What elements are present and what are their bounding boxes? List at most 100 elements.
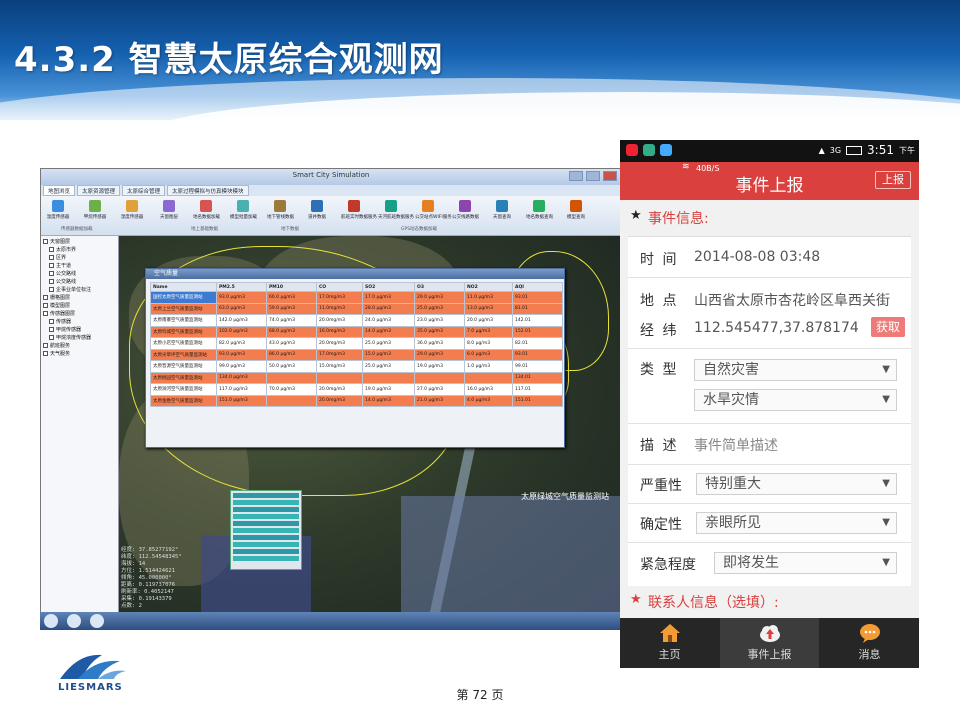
table-header-cell[interactable]: AQI [512, 282, 563, 292]
layer-tree-item[interactable]: 航班服务 [43, 342, 116, 350]
layer-checkbox[interactable] [49, 319, 54, 324]
table-row[interactable]: 太原坞城空气质量监测站 102.0 μg/m3 68.0 μg/m3 16.0mg/m… [150, 325, 563, 338]
ribbon-button[interactable]: 天窗查询 [489, 200, 515, 220]
minimize-button[interactable] [569, 171, 583, 181]
table-row[interactable]: 太原上兰空气质量监测站 63.0 μg/m3 59.0 μg/m3 11.0mg/m3… [150, 302, 563, 315]
layer-checkbox[interactable] [43, 311, 48, 316]
table-header-cell[interactable]: PM10 [266, 282, 317, 292]
event-form: 时 间 2014-08-08 03:48 地 点 山西省太原市杏花岭区阜西关街 … [628, 236, 911, 602]
get-location-button[interactable]: 获取 [871, 317, 905, 337]
ribbon-button[interactable]: 温度传感器 [45, 200, 71, 220]
table-cell: 142.01 [512, 314, 563, 327]
ribbon-button[interactable]: 地下管线数据 [267, 200, 294, 220]
layer-tree-item[interactable]: 甲烷传感器 [43, 326, 116, 334]
table-header-cell[interactable]: CO [316, 282, 363, 292]
table-header-cell[interactable]: O3 [414, 282, 465, 292]
table-row[interactable]: 太原南寨空气质量监测站 142.0 μg/m3 74.0 μg/m3 20.0mg/m… [150, 314, 563, 327]
table-row[interactable]: 太原尖草坪空气质量监测站 93.0 μg/m3 86.0 μg/m3 17.0mg/m… [150, 348, 563, 361]
layer-checkbox[interactable] [49, 279, 54, 284]
layer-tree-item[interactable]: 模型图层 [43, 302, 116, 310]
taskbar-app-icon[interactable] [67, 614, 82, 628]
close-button[interactable] [603, 171, 617, 181]
table-row[interactable]: 太原小店空气质量监测站 82.0 μg/m3 43.0 μg/m3 20.0mg/m3… [150, 337, 563, 350]
layer-checkbox[interactable] [43, 343, 48, 348]
layer-tree-item[interactable]: 太原市界 [43, 246, 116, 254]
type-select[interactable]: 自然灾害 ▼ [694, 359, 897, 381]
station-list-popup[interactable] [230, 490, 302, 570]
time-value[interactable]: 2014-08-08 03:48 [694, 249, 820, 265]
layer-tree-label: 公交路线 [56, 279, 77, 285]
taskbar-app-icon[interactable] [90, 614, 105, 628]
chevron-down-icon: ▼ [882, 364, 890, 375]
ribbon-group-label: 传感器数据加载 [61, 227, 93, 232]
ribbon-button[interactable]: 公交站点WIFI服务 [415, 200, 452, 220]
tab-messages[interactable]: 消息 [820, 618, 919, 668]
layer-checkbox[interactable] [43, 303, 48, 308]
table-header-cell[interactable]: SO2 [362, 282, 415, 292]
table-row[interactable]: 太原晋源空气质量监测站 99.0 μg/m3 50.0 μg/m3 15.0mg/m3… [150, 360, 563, 373]
tab-resource[interactable]: 太原资源管理 [77, 185, 121, 196]
table-row[interactable]: 太原涧河空气质量监测站 117.0 μg/m3 70.0 μg/m3 20.0mg/m… [150, 383, 563, 396]
severity-select[interactable]: 特别重大 ▼ [696, 473, 897, 495]
layer-tree-item[interactable]: 传感器 [43, 318, 116, 326]
taskbar-app-icon[interactable] [44, 614, 58, 628]
air-quality-dialog[interactable]: 空气质量 Name PM2.5 PM10 CO SO2 O3 NO2 AQI 国控太原空气质量… [145, 268, 565, 448]
ribbon-button[interactable]: 天河航班数据服务 [378, 200, 414, 220]
table-header-cell[interactable]: PM2.5 [216, 282, 267, 292]
layer-checkbox[interactable] [43, 295, 48, 300]
ribbon-button[interactable]: 模型查询 [563, 200, 589, 220]
layer-tree-item[interactable]: 天窗图层 [43, 238, 116, 246]
table-cell: 25.0 μg/m3 [414, 302, 465, 315]
layer-checkbox[interactable] [49, 271, 54, 276]
ribbon-button[interactable]: 甲烷传感器 [82, 200, 108, 220]
layer-checkbox[interactable] [49, 335, 54, 340]
ribbon-button[interactable]: 天窗图层 [156, 200, 182, 220]
subtype-select[interactable]: 水旱灾情 ▼ [694, 389, 897, 411]
submit-report-button[interactable]: 上报 [875, 171, 911, 189]
layer-checkbox[interactable] [49, 263, 54, 268]
layer-checkbox[interactable] [49, 247, 54, 252]
table-row[interactable]: 国控太原空气质量监测站 93.0 μg/m3 66.0 μg/m3 17.0mg/m3… [150, 291, 563, 304]
table-header-cell[interactable]: Name [150, 282, 217, 292]
table-cell [464, 371, 513, 384]
layer-checkbox[interactable] [49, 255, 54, 260]
table-row[interactable]: 太原金胜空气质量监测站 151.0 μg/m3 20.0mg/m3 14.0 μg/m… [150, 394, 563, 407]
ribbon-button[interactable]: 湿度传感器 [119, 200, 145, 220]
ribbon-button[interactable]: 航班实时数据服务 [341, 200, 377, 220]
place-value[interactable]: 山西省太原市杏花岭区阜西关街 [694, 290, 900, 310]
ribbon-button[interactable]: 公交线路数据 [452, 200, 479, 220]
confirm-select[interactable]: 亲眼所见 ▼ [696, 512, 897, 534]
chevron-down-icon: ▼ [882, 517, 890, 528]
layer-tree-label: 模型图层 [50, 303, 71, 309]
layer-checkbox[interactable] [43, 351, 48, 356]
ribbon-button[interactable]: 模型批量加载 [230, 200, 257, 220]
layer-tree-item[interactable]: 天气服务 [43, 350, 116, 358]
ribbon-button[interactable]: 地名数据加载 [193, 200, 220, 220]
layer-tree-item[interactable]: 甲烷浓度传感器 [43, 334, 116, 342]
table-header-cell[interactable]: NO2 [464, 282, 513, 292]
tab-simulation[interactable]: 太原过程模拟与仿真模块模块 [167, 185, 249, 196]
table-row[interactable]: 太原桃园空气质量监测站 134.0 μg/m3 134.01 [150, 371, 563, 384]
maximize-button[interactable] [586, 171, 600, 181]
ribbon-button[interactable]: 道井数据 [304, 200, 330, 220]
tab-event-report[interactable]: 事件上报 [720, 618, 819, 668]
tab-map-browse[interactable]: 地图浏览 [43, 185, 76, 196]
layer-checkbox[interactable] [49, 287, 54, 292]
battery-icon [846, 145, 863, 155]
layer-tree-item[interactable]: 企事业单位标注 [43, 286, 116, 294]
desc-input[interactable]: 事件简单描述 [694, 435, 778, 455]
lnglat-value[interactable]: 112.545477,37.878174 [694, 320, 859, 336]
ribbon-button-label: 公交线路数据 [452, 215, 479, 220]
layer-tree-item[interactable]: 栅格图层 [43, 294, 116, 302]
layer-tree-item[interactable]: 区界 [43, 254, 116, 262]
layer-checkbox[interactable] [49, 327, 54, 332]
urgency-select[interactable]: 即将发生 ▼ [714, 552, 897, 574]
ribbon-button[interactable]: 地名数据查询 [526, 200, 553, 220]
layer-tree-item[interactable]: 主干道 [43, 262, 116, 270]
layer-tree-item[interactable]: 公交路线 [43, 270, 116, 278]
layer-checkbox[interactable] [43, 239, 48, 244]
tab-management[interactable]: 太原综合管理 [122, 185, 166, 196]
layer-tree-item[interactable]: 传感器图层 [43, 310, 116, 318]
layer-tree-item[interactable]: 公交路线 [43, 278, 116, 286]
tab-home[interactable]: 主页 [620, 618, 719, 668]
